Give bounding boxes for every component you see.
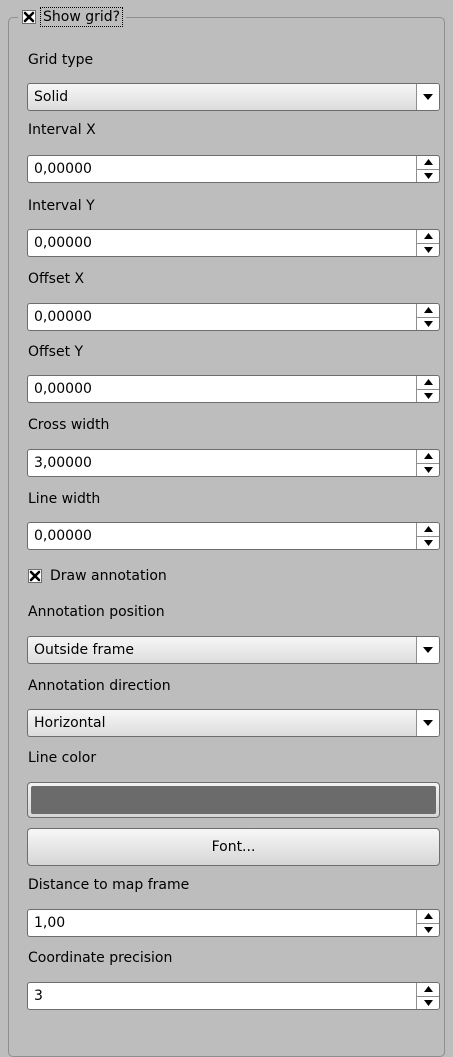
annotation-direction-value: Horizontal [34, 715, 106, 731]
spin-up-arrow-icon[interactable] [417, 983, 439, 997]
cross-width-label: Cross width [28, 417, 110, 433]
spin-up-arrow-icon[interactable] [417, 450, 439, 464]
line-color-button[interactable] [27, 782, 440, 818]
spin-down-arrow-icon[interactable] [417, 924, 439, 937]
interval-y-value[interactable]: 0,00000 [28, 230, 416, 256]
draw-annotation-toggle[interactable]: Draw annotation [28, 568, 167, 584]
annotation-direction-label: Annotation direction [28, 678, 171, 694]
offset-y-spinbox[interactable]: 0,00000 [27, 375, 440, 403]
spin-down-arrow-icon[interactable] [417, 170, 439, 183]
show-grid-checkbox[interactable] [22, 10, 36, 24]
interval-x-spinbox[interactable]: 0,00000 [27, 155, 440, 183]
chevron-down-icon[interactable] [416, 637, 439, 663]
spin-down-arrow-icon[interactable] [417, 464, 439, 477]
show-grid-toggle[interactable]: Show grid? [18, 6, 127, 28]
annotation-position-value: Outside frame [34, 642, 135, 658]
distance-to-frame-label: Distance to map frame [28, 877, 190, 893]
draw-annotation-checkbox[interactable] [28, 569, 42, 583]
spin-up-arrow-icon[interactable] [417, 910, 439, 924]
spin-up-arrow-icon[interactable] [417, 156, 439, 170]
annotation-position-label: Annotation position [28, 604, 165, 620]
distance-to-frame-value[interactable]: 1,00 [28, 910, 416, 936]
spin-down-arrow-icon[interactable] [417, 390, 439, 403]
annotation-position-combo[interactable]: Outside frame [27, 636, 440, 664]
spin-up-arrow-icon[interactable] [417, 376, 439, 390]
chevron-down-icon[interactable] [416, 710, 439, 736]
spin-down-arrow-icon[interactable] [417, 537, 439, 550]
cross-width-value[interactable]: 3,00000 [28, 450, 416, 476]
coordinate-precision-spinbox[interactable]: 3 [27, 982, 440, 1010]
offset-x-value[interactable]: 0,00000 [28, 304, 416, 330]
offset-x-label: Offset X [28, 271, 85, 287]
line-color-label: Line color [28, 750, 97, 766]
offset-y-value[interactable]: 0,00000 [28, 376, 416, 402]
line-width-spinbox[interactable]: 0,00000 [27, 522, 440, 550]
spin-up-arrow-icon[interactable] [417, 304, 439, 318]
chevron-down-icon[interactable] [416, 84, 439, 110]
show-grid-label: Show grid? [39, 7, 124, 27]
spin-down-arrow-icon[interactable] [417, 318, 439, 331]
cross-width-spinbox[interactable]: 3,00000 [27, 449, 440, 477]
annotation-direction-combo[interactable]: Horizontal [27, 709, 440, 737]
coordinate-precision-label: Coordinate precision [28, 950, 173, 966]
interval-x-value[interactable]: 0,00000 [28, 156, 416, 182]
distance-to-frame-spinbox[interactable]: 1,00 [27, 909, 440, 937]
interval-x-label: Interval X [28, 122, 96, 138]
grid-type-label: Grid type [28, 52, 94, 68]
draw-annotation-label: Draw annotation [50, 568, 167, 584]
spin-up-arrow-icon[interactable] [417, 230, 439, 244]
line-color-swatch [31, 786, 436, 814]
font-button[interactable]: Font... [27, 828, 440, 866]
coordinate-precision-value[interactable]: 3 [28, 983, 416, 1009]
offset-y-label: Offset Y [28, 344, 84, 360]
check-x-icon [29, 570, 41, 582]
line-width-label: Line width [28, 491, 101, 507]
interval-y-spinbox[interactable]: 0,00000 [27, 229, 440, 257]
line-width-value[interactable]: 0,00000 [28, 523, 416, 549]
offset-x-spinbox[interactable]: 0,00000 [27, 303, 440, 331]
grid-type-value: Solid [34, 89, 69, 105]
spin-down-arrow-icon[interactable] [417, 997, 439, 1010]
spin-up-arrow-icon[interactable] [417, 523, 439, 537]
interval-y-label: Interval Y [28, 198, 95, 214]
check-x-icon [23, 11, 35, 23]
spin-down-arrow-icon[interactable] [417, 244, 439, 257]
grid-type-combo[interactable]: Solid [27, 83, 440, 111]
